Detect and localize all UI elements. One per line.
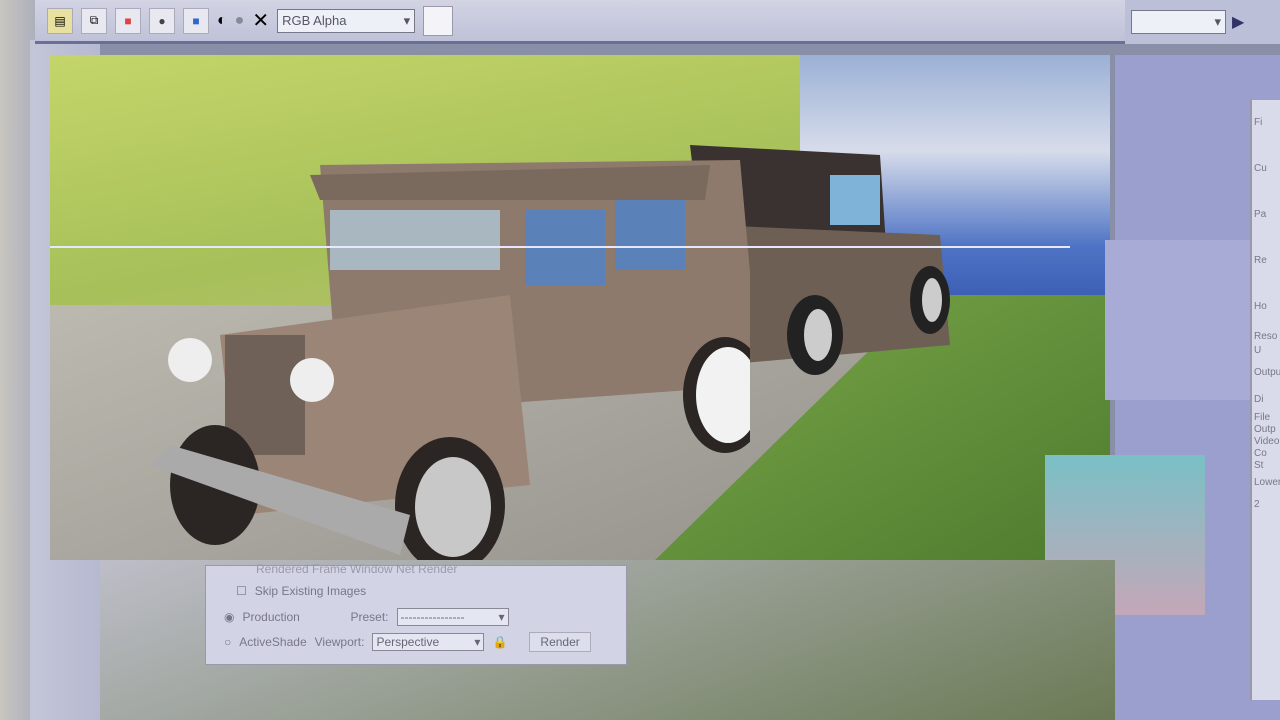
panel-label: Reso: [1254, 331, 1278, 342]
chevron-down-icon: ▾: [1214, 14, 1221, 29]
rendered-image: [50, 55, 1110, 560]
render-setup-panel: Rendered Frame Window Net Render ☐ Skip …: [205, 562, 627, 665]
channel-select-value: RGB Alpha: [282, 13, 347, 28]
channel-select[interactable]: RGB Alpha ▾: [277, 8, 416, 33]
panel-label: St: [1254, 460, 1264, 471]
panel-label: Pa: [1254, 209, 1267, 220]
front-car: [150, 160, 750, 560]
save-image-icon[interactable]: ▤: [47, 7, 73, 34]
panel-label: Cu: [1254, 163, 1267, 174]
command-panel: Fi Cu Pa Re Ho Reso U Outpu Di File Outp…: [1250, 100, 1280, 700]
render-frame-toolbar: ▤ ⧉ ■ ● ■ ◐ ● ✕ RGB Alpha ▾: [35, 0, 1125, 44]
panel-label: Outpu: [1254, 367, 1280, 378]
chevron-down-icon: ▾: [498, 610, 505, 624]
red-channel-button[interactable]: ■: [115, 7, 141, 34]
render-button[interactable]: Render: [529, 632, 591, 652]
panel-label: File Outp: [1254, 412, 1276, 435]
panel-label: Lower 2: [1254, 477, 1280, 510]
right-select[interactable]: ▾: [1131, 10, 1226, 34]
chevron-down-icon: ▾: [403, 12, 411, 28]
render-progress-line: [50, 246, 1070, 248]
production-label: Production: [242, 610, 300, 624]
panel-label: Re: [1254, 255, 1267, 266]
right-toolbar: ▾ ▶: [1125, 0, 1280, 44]
copy-image-icon[interactable]: ⧉: [81, 7, 107, 34]
preset-value: ----------------: [400, 610, 465, 624]
clear-icon[interactable]: ✕: [252, 8, 269, 33]
viewport-select[interactable]: Perspective ▾: [372, 633, 485, 651]
activeshade-radio[interactable]: ○: [224, 635, 231, 649]
viewport-label: Viewport:: [314, 635, 365, 649]
preset-select[interactable]: ---------------- ▾: [396, 608, 509, 626]
monochrome-icon[interactable]: ●: [235, 12, 245, 30]
panel-label: U: [1254, 345, 1262, 356]
production-radio[interactable]: ◉: [224, 610, 234, 624]
panel-label: Ho: [1254, 301, 1267, 312]
chevron-down-icon: ▾: [474, 635, 481, 649]
viewport-value: Perspective: [376, 635, 440, 649]
partial-option: Rendered Frame Window Net Render: [256, 562, 458, 576]
panel-label: Video Co: [1254, 436, 1280, 459]
lock-icon[interactable]: 🔒: [492, 635, 507, 649]
color-swatch[interactable]: [423, 5, 454, 36]
panel-label: Di: [1254, 394, 1264, 405]
preset-label: Preset:: [350, 610, 389, 624]
skip-existing-label: Skip Existing Images: [254, 584, 367, 598]
alpha-channel-icon[interactable]: ◐: [217, 12, 227, 30]
panel-label: Fi: [1254, 117, 1263, 128]
green-channel-button[interactable]: ●: [149, 7, 175, 34]
activeshade-label: ActiveShade: [239, 635, 307, 649]
play-icon[interactable]: ▶: [1232, 12, 1244, 32]
blue-channel-button[interactable]: ■: [183, 7, 209, 34]
skip-existing-checkbox[interactable]: ☐: [236, 584, 247, 598]
